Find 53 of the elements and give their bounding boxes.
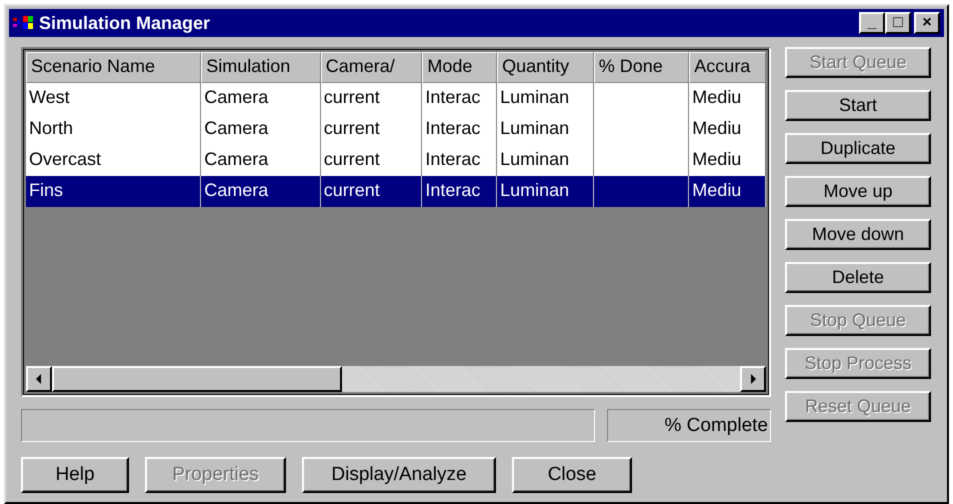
action-button[interactable]: Move up (785, 176, 931, 207)
table-cell: West (29, 87, 70, 107)
table-cell: Overcast (29, 149, 102, 169)
action-button[interactable]: Delete (785, 262, 931, 293)
action-button[interactable]: Start (785, 90, 931, 121)
scroll-thumb[interactable] (52, 366, 342, 392)
left-arrow-icon[interactable] (35, 374, 43, 384)
table-cell: Luminan (500, 118, 570, 138)
table-cell: Mediu (692, 118, 742, 138)
minimize-button[interactable]: _ (859, 12, 885, 34)
table-cell: Luminan (500, 149, 570, 169)
table-cell: Fins (29, 180, 64, 200)
window-title: Simulation Manager (39, 12, 212, 34)
dialog-button[interactable]: Close (512, 457, 632, 493)
table-row[interactable]: North Camera current Interac Luminan Mediu (26, 114, 766, 145)
dialog-button[interactable]: Help (21, 457, 129, 493)
table-row[interactable]: Overcast Camera current Interac Luminan Mediu (26, 145, 766, 176)
table-cell: Interac (425, 118, 480, 138)
table-cell: Mediu (692, 87, 742, 107)
table-cell: current (324, 149, 380, 169)
column-header[interactable]: % Done (594, 52, 690, 83)
table-cell: current (324, 118, 380, 138)
column-header[interactable]: Quantity (497, 52, 594, 83)
table-cell: Mediu (692, 149, 742, 169)
progress-label: % Complete (664, 414, 768, 436)
table-cell: Luminan (500, 180, 570, 200)
column-header[interactable]: Camera/ (320, 52, 422, 83)
table-cell: Camera (204, 87, 268, 107)
close-button[interactable]: × (914, 12, 940, 34)
table-row[interactable]: West Camera current Interac Luminan Mediu (26, 83, 766, 114)
table-cell: Interac (425, 87, 480, 107)
table-cell: Interac (425, 149, 480, 169)
column-header[interactable]: Accura (689, 52, 766, 83)
table-cell: Camera (204, 180, 268, 200)
right-arrow-icon[interactable] (749, 374, 757, 384)
app-icon (13, 15, 35, 31)
horizontal-scrollbar[interactable] (26, 366, 766, 392)
table-cell: current (324, 87, 380, 107)
table-cell: North (29, 118, 74, 138)
action-button[interactable]: Duplicate (785, 133, 931, 164)
column-header[interactable]: Mode (422, 52, 498, 83)
column-header[interactable]: Simulation (201, 52, 321, 83)
table-cell: Luminan (500, 87, 570, 107)
action-button[interactable]: Move down (785, 219, 931, 250)
maximize-button[interactable]: □ (885, 12, 911, 34)
table-cell: Camera (204, 149, 268, 169)
table-cell: Mediu (692, 180, 742, 200)
column-header[interactable]: Scenario Name (26, 52, 202, 83)
table-cell: Camera (204, 118, 268, 138)
table-row[interactable]: Fins Camera current Interac Luminan Mediu (26, 176, 766, 207)
table-cell: current (324, 180, 380, 200)
dialog-button[interactable]: Display/Analyze (302, 457, 496, 493)
table-cell: Interac (425, 180, 480, 200)
